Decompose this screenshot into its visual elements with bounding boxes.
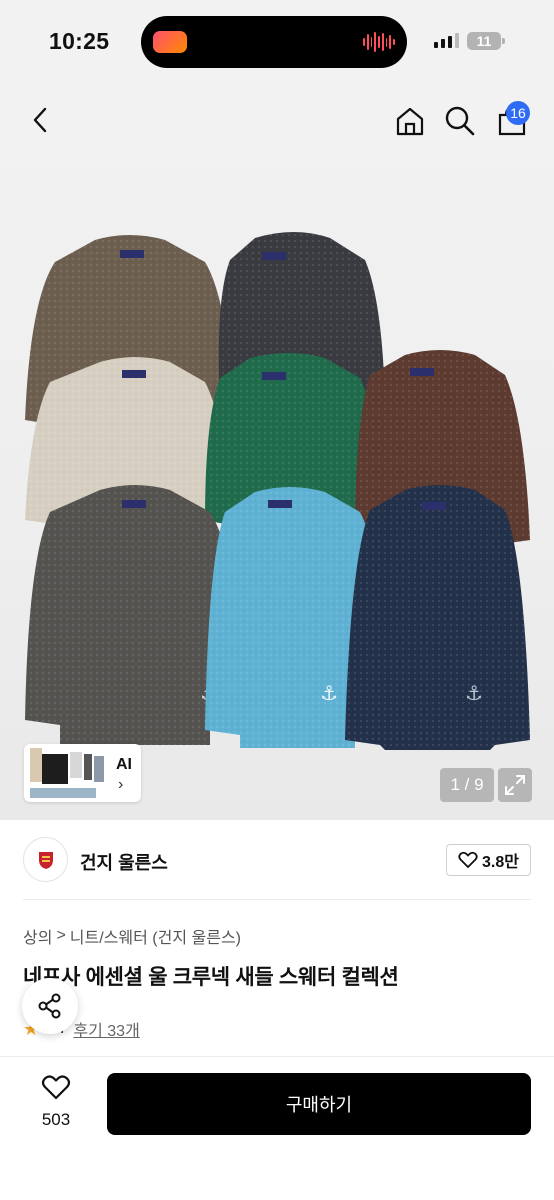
- cart-count-badge: 16: [506, 101, 530, 125]
- status-bar: 10:25 11: [0, 0, 554, 84]
- chevron-left-icon: [33, 107, 47, 133]
- wishlist-button[interactable]: 503: [22, 1074, 90, 1130]
- heart-icon: [41, 1075, 71, 1100]
- expand-icon: [505, 775, 525, 795]
- image-counter: 1 / 9: [440, 768, 494, 802]
- expand-button[interactable]: [498, 768, 532, 802]
- dynamic-island: [141, 16, 407, 68]
- home-icon: [396, 107, 424, 136]
- status-time: 10:25: [49, 28, 110, 54]
- share-icon: [38, 993, 61, 1019]
- breadcrumb-item-knit[interactable]: 니트/스웨터 (건지 울른스): [70, 924, 241, 948]
- thumbnail-image: [30, 748, 104, 798]
- search-icon: [445, 106, 475, 136]
- brand-like-count: 3.8만: [482, 854, 519, 871]
- brand-name[interactable]: 건지 울른스: [80, 849, 168, 875]
- brand-like-button[interactable]: 3.8만: [446, 844, 531, 876]
- chevron-right-icon: ›: [118, 776, 124, 793]
- wishlist-count: 503: [41, 1110, 71, 1129]
- breadcrumb-separator-icon: >: [56, 927, 66, 944]
- breadcrumb-item-top[interactable]: 상의: [23, 924, 52, 948]
- svg-text:⚓: ⚓: [465, 681, 483, 705]
- ai-similar-button[interactable]: AI ›: [24, 744, 141, 802]
- audio-wave-icon: [363, 30, 396, 54]
- divider: [23, 899, 531, 900]
- search-button[interactable]: [442, 103, 478, 139]
- share-button[interactable]: [22, 978, 78, 1034]
- home-button[interactable]: [392, 103, 428, 139]
- signal-icon: [434, 33, 459, 48]
- music-app-icon: [153, 31, 187, 53]
- product-image[interactable]: ⚓ ⚓ ⚓: [0, 84, 554, 820]
- svg-text:⚓: ⚓: [320, 681, 338, 705]
- product-title: 네프사 에센셜 울 크루넥 새들 스웨터 컬렉션: [23, 966, 399, 989]
- shield-icon: [38, 851, 53, 869]
- breadcrumb: 상의 > 니트/스웨터 (건지 울른스): [23, 924, 241, 948]
- battery-cap: [502, 38, 505, 44]
- battery-icon: 11: [467, 32, 501, 50]
- reviews-link[interactable]: 후기 33개: [73, 1017, 139, 1041]
- heart-icon: [458, 851, 478, 869]
- brand-logo[interactable]: [23, 837, 68, 882]
- back-button[interactable]: [24, 104, 56, 136]
- buy-button[interactable]: 구매하기: [107, 1073, 531, 1135]
- sweater-collection-image: ⚓ ⚓ ⚓: [25, 232, 530, 750]
- ai-label: AI: [116, 756, 132, 773]
